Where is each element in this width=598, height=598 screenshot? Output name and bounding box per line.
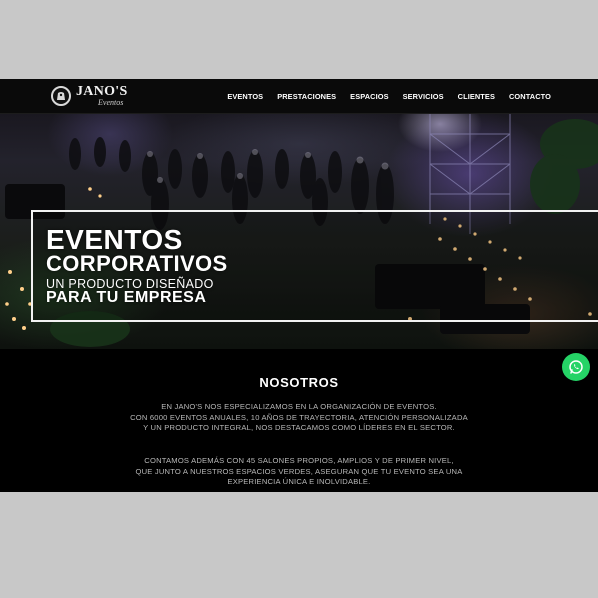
about-paragraph-2: CONTAMOS ADEMÁS CON 45 SALONES PROPIOS, … (0, 456, 598, 488)
about-p2-line1: CONTAMOS ADEMÁS CON 45 SALONES PROPIOS, … (144, 456, 454, 465)
whatsapp-icon (569, 360, 583, 374)
nav-eventos[interactable]: EVENTOS (227, 92, 263, 101)
page: JANO'S Eventos EVENTOS PRESTACIONES ESPA… (0, 79, 598, 492)
about-p1-line1: EN JANO'S NOS ESPECIALIZAMOS EN LA ORGAN… (161, 402, 437, 411)
about-p1-line2: CON 6000 EVENTOS ANUALES, 10 AÑOS DE TRA… (130, 412, 468, 422)
site-header: JANO'S Eventos EVENTOS PRESTACIONES ESPA… (0, 79, 598, 114)
logo-emblem-icon (51, 86, 71, 106)
hero-title-line2: CORPORATIVOS (46, 251, 228, 276)
about-title: NOSOTROS (259, 375, 339, 390)
about-p2-line3: EXPERIENCIA ÚNICA E INOLVIDABLE. (227, 477, 371, 487)
hero-tagline: PARA TU EMPRESA (46, 289, 207, 306)
about-p2-line2: QUE JUNTO A NUESTROS ESPACIOS VERDES, AS… (135, 466, 463, 476)
nav-clientes[interactable]: CLIENTES (458, 92, 495, 101)
main-nav: EVENTOS PRESTACIONES ESPACIOS SERVICIOS … (227, 79, 551, 113)
nav-servicios[interactable]: SERVICIOS (403, 92, 444, 101)
brand-subtitle: Eventos (98, 98, 124, 107)
nav-prestaciones[interactable]: PRESTACIONES (277, 92, 336, 101)
nav-espacios[interactable]: ESPACIOS (350, 92, 388, 101)
nav-contacto[interactable]: CONTACTO (509, 92, 551, 101)
brand-logo[interactable]: JANO'S Eventos (51, 83, 127, 109)
hero-banner: EVENTOS CORPORATIVOS UN PRODUCTO DISEÑAD… (0, 114, 598, 349)
about-p1-line3: Y UN PRODUCTO INTEGRAL, NOS DESTACAMOS C… (143, 423, 455, 433)
about-paragraph-1: EN JANO'S NOS ESPECIALIZAMOS EN LA ORGAN… (0, 402, 598, 434)
